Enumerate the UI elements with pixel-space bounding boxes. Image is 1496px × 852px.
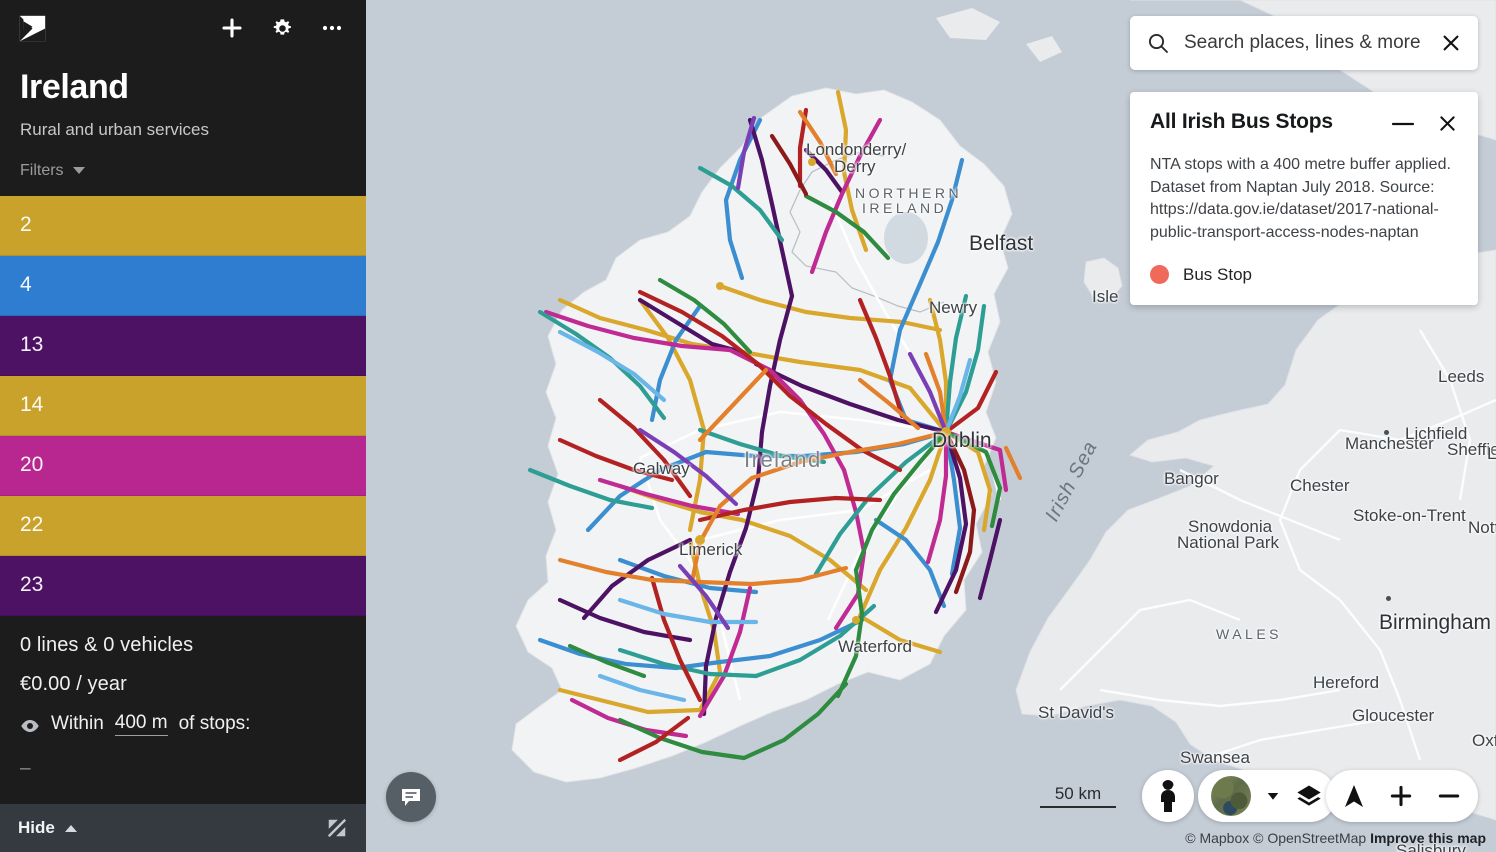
- map-place-label: National Park: [1177, 533, 1280, 552]
- filters-label: Filters: [20, 161, 64, 179]
- search-clear-icon[interactable]: [1440, 32, 1462, 54]
- satellite-basemap-thumbnail[interactable]: [1211, 776, 1251, 816]
- project-subtitle: Rural and urban services: [20, 119, 209, 139]
- transit-line-list[interactable]: 2 4 13 14 20 22 23: [0, 195, 366, 616]
- map-place-label: Limerick: [679, 540, 743, 559]
- left-sidebar[interactable]: Ireland Rural and urban services Filters…: [0, 0, 366, 852]
- buffer-result-value: –: [20, 757, 31, 779]
- transit-line-row[interactable]: 20: [0, 435, 366, 496]
- map-place-label: Hereford: [1313, 673, 1380, 692]
- legend-item-label: Bus Stop: [1183, 264, 1252, 284]
- map-place-label: Stoke-on-Trent: [1353, 506, 1466, 525]
- settings-gear-icon[interactable]: [270, 16, 294, 40]
- info-panel-title: All Irish Bus Stops: [1150, 110, 1333, 133]
- sidebar-stats: 0 lines & 0 vehicles €0.00 / year Within…: [0, 616, 366, 804]
- map-place-label: Notti: [1468, 518, 1496, 537]
- map-place-label: Bangor: [1164, 469, 1219, 488]
- map-place-label: Gloucester: [1352, 706, 1435, 725]
- map-place-label: Birmingham: [1379, 611, 1492, 634]
- transit-line-row[interactable]: 4: [0, 255, 366, 316]
- remix-logo-icon[interactable]: [18, 14, 47, 43]
- map-attribution: © Mapbox © OpenStreetMap Improve this ma…: [1185, 830, 1486, 846]
- resize-panel-icon[interactable]: [326, 817, 348, 839]
- close-icon[interactable]: [1437, 113, 1458, 134]
- page-title: Ireland: [20, 68, 129, 106]
- search-input[interactable]: [1184, 32, 1440, 54]
- transit-line-label: 4: [20, 273, 32, 297]
- map-scale-bar: 50 km: [1040, 784, 1116, 808]
- map-place-label: Belfast: [969, 232, 1034, 255]
- info-panel-description: NTA stops with a 400 metre buffer applie…: [1150, 156, 1451, 242]
- transit-line-row[interactable]: 2: [0, 195, 366, 256]
- layer-info-panel[interactable]: All Irish Bus Stops NTA stops with a 400…: [1130, 92, 1478, 305]
- scale-label: 50 km: [1054, 784, 1102, 803]
- chat-feedback-button[interactable]: [386, 772, 436, 822]
- search-bar[interactable]: [1130, 16, 1478, 70]
- lines-vehicles-stat: 0 lines & 0 vehicles: [20, 633, 194, 656]
- map-place-label: Isle: [1092, 287, 1119, 306]
- transit-line-label: 13: [20, 333, 44, 357]
- transit-line-row[interactable]: 22: [0, 495, 366, 556]
- map-place-label: Lichfield: [1405, 424, 1468, 443]
- improve-map-link[interactable]: Improve this map: [1370, 830, 1486, 846]
- add-button[interactable]: [220, 16, 244, 40]
- search-icon: [1146, 31, 1170, 55]
- transit-line-row[interactable]: 14: [0, 375, 366, 436]
- map-place-label: Chester: [1290, 476, 1350, 495]
- transit-line-label: 14: [20, 393, 44, 417]
- info-panel-header: All Irish Bus Stops: [1150, 110, 1458, 134]
- map-place-label: Leeds: [1438, 367, 1485, 386]
- transit-line-label: 23: [20, 573, 44, 597]
- filters-dropdown[interactable]: Filters: [0, 140, 366, 196]
- city-dot-manchester: [1384, 430, 1389, 435]
- map-navigation-controls[interactable]: [1326, 770, 1478, 822]
- map-place-label: IRELAND: [862, 200, 948, 216]
- buffer-suffix-label: of stops:: [178, 712, 251, 734]
- scale-line: [1040, 806, 1116, 808]
- legend-item: Bus Stop: [1150, 265, 1458, 285]
- transit-line-label: 20: [20, 453, 44, 477]
- map-place-label: Lei: [1487, 444, 1496, 463]
- transit-line-label: 2: [20, 213, 32, 237]
- buffer-distance-value[interactable]: 400 m: [114, 712, 168, 736]
- sidebar-toolbar: [0, 0, 366, 56]
- compass-icon[interactable]: [1342, 783, 1366, 809]
- transit-line-row[interactable]: 23: [0, 555, 366, 616]
- attribution-text: © Mapbox © OpenStreetMap: [1185, 830, 1367, 846]
- transit-line-row[interactable]: 13: [0, 315, 366, 376]
- stop-buffer-row[interactable]: Within 400 m of stops:: [20, 712, 346, 736]
- layers-icon[interactable]: [1295, 782, 1323, 810]
- chevron-up-icon: [64, 824, 77, 832]
- map-place-label: Dublin: [932, 429, 992, 452]
- street-view-pegman-button[interactable]: [1142, 770, 1194, 822]
- legend-color-swatch: [1150, 265, 1169, 285]
- sidebar-footer: Hide: [0, 804, 366, 852]
- transit-line-label: 22: [20, 513, 44, 537]
- map-place-label: Ireland: [744, 447, 822, 472]
- minimize-icon[interactable]: [1391, 120, 1415, 128]
- buffer-prefix-label: Within: [51, 712, 104, 734]
- basemap-and-layers-controls[interactable]: [1198, 770, 1336, 822]
- map-place-label: WALES: [1216, 626, 1282, 642]
- more-options-icon[interactable]: [320, 16, 344, 40]
- map-place-label: Galway: [633, 459, 690, 478]
- chat-bubble-icon: [402, 789, 420, 806]
- map-place-label: Oxfo: [1472, 731, 1496, 750]
- map-place-label: St David's: [1038, 703, 1114, 722]
- city-dot-birmingham: [1386, 596, 1391, 601]
- chevron-down-icon[interactable]: [1264, 787, 1282, 805]
- map-place-label: Derry: [834, 157, 876, 176]
- cost-stat: €0.00 / year: [20, 672, 127, 695]
- zoom-in-icon[interactable]: [1388, 783, 1414, 809]
- map-place-label: Newry: [929, 298, 978, 317]
- hide-sidebar-button[interactable]: Hide: [18, 818, 77, 838]
- pegman-icon: [1161, 780, 1175, 812]
- hide-label: Hide: [18, 818, 55, 837]
- map-place-label: Waterford: [838, 637, 913, 656]
- zoom-out-icon[interactable]: [1436, 783, 1462, 809]
- map-place-label: NORTHERN: [855, 185, 963, 201]
- map-place-label: Swansea: [1180, 748, 1250, 767]
- eye-icon[interactable]: [20, 717, 40, 732]
- chevron-down-icon: [72, 167, 85, 175]
